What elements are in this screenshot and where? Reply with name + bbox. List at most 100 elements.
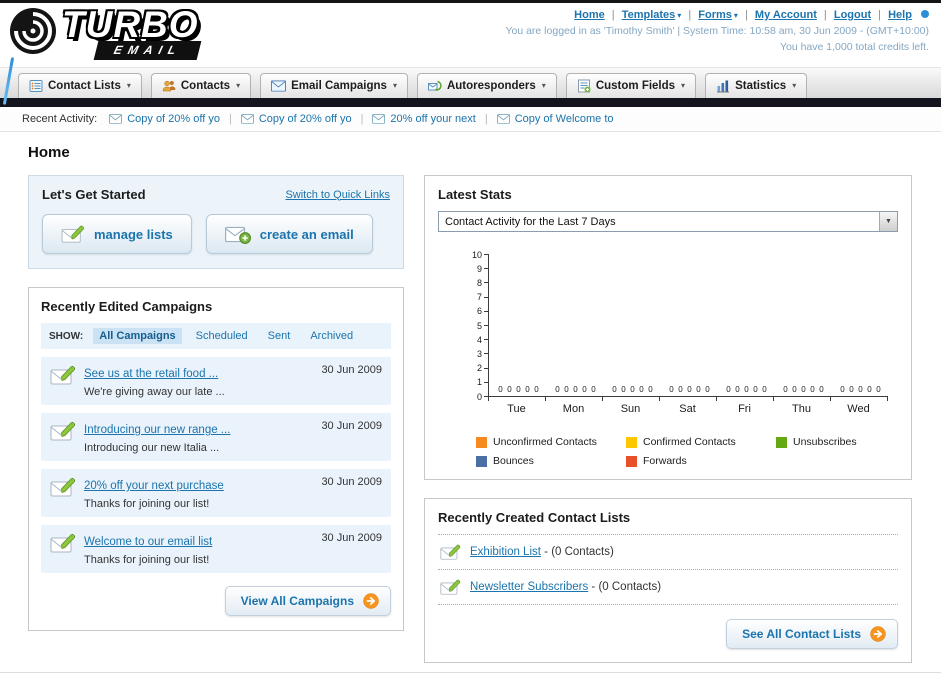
recent-activity-item[interactable]: Copy of 20% off yo — [241, 113, 352, 125]
recent-contact-lists-panel: Recently Created Contact Lists Exhibitio… — [424, 498, 912, 663]
help-indicator-dot — [921, 10, 929, 18]
legend-swatch — [476, 436, 487, 448]
recent-activity-link[interactable]: 20% off your next — [390, 113, 475, 125]
turbo-email-logo[interactable]: TURBO EMAIL — [8, 4, 202, 60]
contact-lists-icon — [29, 79, 43, 93]
header-utility: Home | Templates ▾ | Forms ▾ | My Account … — [505, 9, 929, 53]
chart-value-label: 0 — [753, 385, 758, 394]
header-link-help[interactable]: Help — [888, 9, 912, 21]
manage-lists-label: manage lists — [94, 226, 173, 242]
legend-label: Confirmed Contacts — [643, 436, 736, 448]
switch-quick-links-link[interactable]: Switch to Quick Links — [285, 189, 390, 201]
credits-status-text: You have 1,000 total credits left. — [779, 41, 929, 53]
contact-list-link[interactable]: Newsletter Subscribers — [470, 581, 588, 593]
tab-autoresponders[interactable]: Autoresponders ▾ — [416, 73, 557, 98]
recent-activity-item[interactable]: 20% off your next — [372, 113, 476, 125]
header: TURBO EMAIL Home | Templates ▾ | Forms ▾ |… — [0, 3, 941, 105]
chart-value-label: 0 — [582, 385, 587, 394]
legend-label: Unsubscribes — [793, 436, 857, 448]
contact-list-link[interactable]: Exhibition List — [470, 546, 541, 558]
recent-activity-item[interactable]: Copy of 20% off yo — [109, 113, 220, 125]
recent-activity-link[interactable]: Copy of 20% off yo — [127, 113, 220, 125]
edit-email-icon — [50, 420, 76, 442]
logo-text-turbo: TURBO — [62, 4, 199, 45]
campaign-subtitle: Thanks for joining our list! — [84, 554, 210, 566]
header-link-home[interactable]: Home — [574, 9, 605, 21]
chart-y-tick — [484, 296, 488, 298]
email-icon — [241, 114, 254, 124]
stats-period-select[interactable]: Contact Activity for the Last 7 Days ▼ — [438, 211, 898, 232]
campaign-list-item[interactable]: Welcome to our email list Thanks for joi… — [41, 525, 391, 573]
chart-y-tick — [484, 381, 488, 383]
contact-list-count: - (0 Contacts) — [540, 546, 614, 558]
edit-email-icon — [50, 476, 76, 498]
see-all-contact-lists-label: See All Contact Lists — [742, 627, 861, 641]
campaign-list-item[interactable]: Introducing our new range ... Introducin… — [41, 413, 391, 461]
chart-y-label: 5 — [476, 320, 482, 331]
chart-y-tick — [484, 339, 488, 341]
chart-y-axis — [488, 254, 489, 396]
tab-all-campaigns[interactable]: All Campaigns — [93, 328, 182, 344]
legend-item: Unconfirmed Contacts — [476, 436, 626, 448]
chart-x-label: Fri — [738, 403, 751, 415]
edit-list-icon — [61, 224, 85, 244]
header-link-my-account[interactable]: My Account — [755, 9, 817, 21]
manage-lists-button[interactable]: manage lists — [42, 214, 192, 254]
tab-sent[interactable]: Sent — [262, 328, 297, 344]
tab-label: Contacts — [180, 79, 231, 92]
recent-activity-link[interactable]: Copy of Welcome to — [515, 113, 614, 125]
contact-list-count: - (0 Contacts) — [588, 581, 662, 593]
campaign-subtitle: We're giving away our late ... — [84, 386, 225, 398]
campaign-filter-tabs: SHOW: All Campaigns Scheduled Sent Archi… — [41, 323, 391, 349]
chart-value-label: 0 — [876, 385, 881, 394]
chart-value-label: 0 — [705, 385, 710, 394]
tab-email-campaigns[interactable]: Email Campaigns ▾ — [260, 73, 408, 98]
campaign-subtitle: Introducing our new Italia ... — [84, 442, 220, 454]
chart-value-label: 0 — [687, 385, 692, 394]
see-all-contact-lists-button[interactable]: See All Contact Lists — [726, 619, 898, 649]
get-started-panel: Let's Get Started Switch to Quick Links … — [28, 175, 404, 269]
chart-value-label: 0 — [792, 385, 797, 394]
view-all-campaigns-button[interactable]: View All Campaigns — [224, 586, 391, 616]
tab-statistics[interactable]: Statistics ▾ — [705, 73, 808, 98]
tab-label: Autoresponders — [446, 79, 536, 92]
recent-activity-item[interactable]: Copy of Welcome to — [497, 113, 614, 125]
chart-x-tick — [773, 397, 774, 401]
header-link-templates[interactable]: Templates — [622, 9, 676, 21]
header-link-forms[interactable]: Forms — [698, 9, 732, 21]
chart-y-label: 0 — [476, 391, 482, 402]
chart-y-tick — [484, 254, 488, 255]
chart-x-tick — [887, 397, 888, 401]
chart-value-label: 0 — [555, 385, 560, 394]
campaign-list-item[interactable]: See us at the retail food ... We're givi… — [41, 357, 391, 405]
chevron-down-icon: ▾ — [681, 81, 686, 90]
contacts-icon — [162, 79, 176, 93]
chart-value-label: 0 — [525, 385, 530, 394]
edit-email-icon — [50, 532, 76, 554]
chart-value-label: 0 — [612, 385, 617, 394]
campaign-title-link[interactable]: 20% off your next purchase — [84, 480, 224, 492]
chart-y-label: 8 — [476, 277, 482, 288]
chart-value-label: 0 — [498, 385, 503, 394]
tab-contact-lists[interactable]: Contact Lists ▾ — [18, 73, 142, 98]
legend-swatch — [626, 455, 637, 467]
edit-list-icon — [440, 578, 461, 596]
separator: | — [484, 113, 488, 125]
tab-scheduled[interactable]: Scheduled — [190, 328, 254, 344]
campaign-title-link[interactable]: Introducing our new range ... — [84, 424, 230, 436]
campaign-title-link[interactable]: See us at the retail food ... — [84, 368, 218, 380]
create-email-button[interactable]: create an email — [205, 214, 373, 254]
chart-y-label: 6 — [476, 306, 482, 317]
contact-list-row[interactable]: Exhibition List - (0 Contacts) — [438, 535, 898, 570]
footer-divider — [0, 672, 941, 673]
campaign-title-link[interactable]: Welcome to our email list — [84, 536, 212, 548]
tab-custom-fields[interactable]: Custom Fields ▾ — [565, 73, 697, 98]
recent-activity-link[interactable]: Copy of 20% off yo — [259, 113, 352, 125]
tab-archived[interactable]: Archived — [304, 328, 359, 344]
contact-list-row[interactable]: Newsletter Subscribers - (0 Contacts) — [438, 570, 898, 605]
tab-contacts[interactable]: Contacts ▾ — [150, 73, 252, 98]
chevron-down-icon: ▾ — [392, 81, 397, 90]
email-icon — [497, 114, 510, 124]
header-link-logout[interactable]: Logout — [834, 9, 871, 21]
campaign-list-item[interactable]: 20% off your next purchase Thanks for jo… — [41, 469, 391, 517]
